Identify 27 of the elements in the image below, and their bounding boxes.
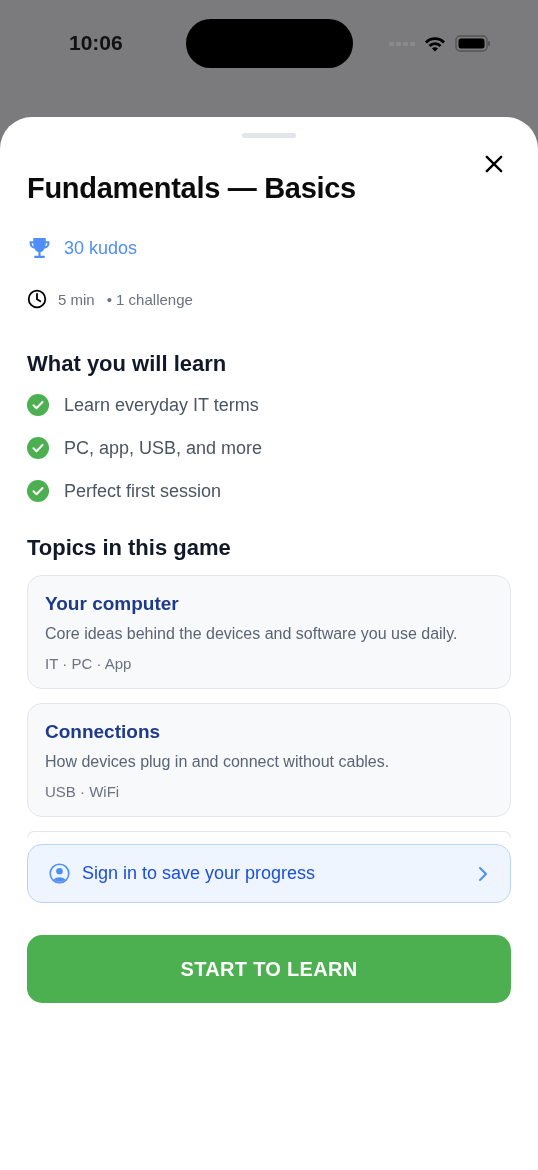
topic-card[interactable]: Connections How devices plug in and connect without cables. USB · WiFi [27, 703, 511, 817]
battery-icon [455, 35, 491, 52]
challenge-count: • 1 challenge [106, 290, 193, 308]
learn-item-text: Learn everyday IT terms [64, 394, 259, 416]
sign-in-banner[interactable]: Sign in to save your progress [27, 844, 511, 903]
drag-handle[interactable] [242, 133, 296, 138]
topic-tags: USB · WiFi [45, 783, 493, 800]
clock-icon [27, 289, 47, 309]
section-heading: Topics in this game [27, 535, 232, 561]
wifi-icon [424, 35, 446, 52]
topic-description: Core ideas behind the devices and software you use daily. [45, 624, 459, 644]
topic-card[interactable]: Your computer Core ideas behind the devices and software you use daily. IT · PC · App [27, 575, 511, 689]
learn-item-text: PC, app, USB, and more [64, 437, 263, 459]
close-icon[interactable] [485, 155, 503, 173]
section-heading: What you will learn [27, 351, 228, 377]
duration-text: 5 min [58, 290, 95, 308]
learn-item-text: Perfect first session [64, 480, 222, 502]
user-icon [49, 863, 70, 884]
topic-title: Your computer [45, 593, 180, 615]
sheet-title: Fundamentals — Basics [27, 172, 357, 205]
topic-title: Connections [45, 721, 162, 743]
trophy-icon [27, 236, 52, 261]
reward-text: 30 kudos [64, 238, 138, 259]
chevron-right-icon [478, 865, 488, 882]
status-time: 10:06 [69, 31, 123, 55]
topic-tags: IT · PC · App [45, 655, 493, 672]
topic-description: How devices plug in and connect without cables. [45, 752, 391, 772]
